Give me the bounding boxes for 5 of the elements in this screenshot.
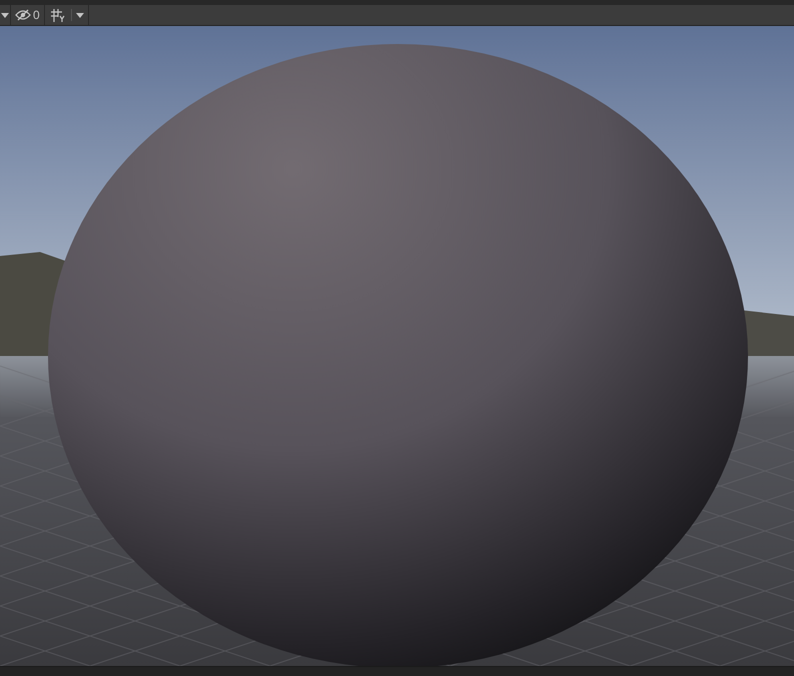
hidden-eye-icon [15,9,31,21]
caret-icon [1,12,9,18]
visibility-button[interactable]: 0 [11,5,44,25]
caret-icon [76,12,84,18]
grid-icon [50,8,65,22]
